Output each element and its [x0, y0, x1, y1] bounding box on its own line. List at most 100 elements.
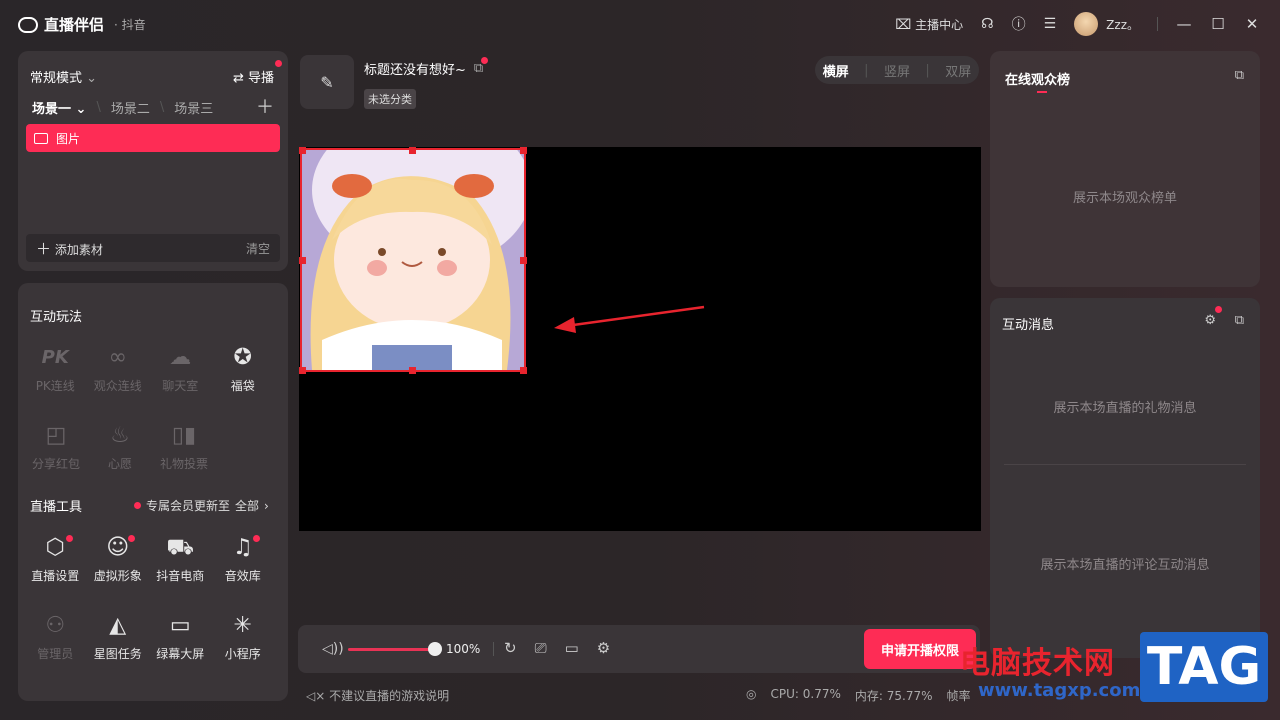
- notification-dot: [253, 535, 260, 542]
- memory-usage: 内存: 75.77%: [854, 689, 933, 703]
- rotate-icon[interactable]: ↻: [504, 639, 517, 657]
- resize-handle[interactable]: [409, 147, 416, 154]
- tools-row-2: ⚇ 管理员 ◭ 星图任务 ▭ 绿幕大屏 ✳ 小程序: [24, 611, 274, 662]
- tools-row-1: ⬡ 直播设置 ☺ 虚拟形象 ⛟ 抖音电商 ♫ 音效库: [24, 533, 274, 584]
- camera-icon[interactable]: ▭: [565, 639, 579, 657]
- admin-icon: ⚇: [45, 613, 66, 638]
- messages-panel: 互动消息 ⚙ ⧉ 展示本场直播的礼物消息 展示本场直播的评论互动消息: [990, 298, 1260, 658]
- minimize-icon[interactable]: —: [1176, 15, 1192, 33]
- notification-dot: [134, 502, 141, 509]
- resize-handle[interactable]: [299, 367, 306, 374]
- title-bar: 直播伴侣 · 抖音 ⌧ 主播中心 ☊ ⓘ ☰ Zzz。 — ☐ ✕: [0, 0, 1280, 48]
- stream-title-text: 标题还没有想好~: [364, 63, 466, 78]
- popout-icon[interactable]: ⧉: [1235, 313, 1244, 328]
- ecommerce-button[interactable]: ⛟ 抖音电商: [149, 533, 212, 584]
- pk-button[interactable]: PK PK连线: [24, 343, 87, 394]
- user-profile[interactable]: Zzz。: [1074, 12, 1139, 36]
- chat-room-button[interactable]: ☁ 聊天室: [149, 343, 212, 394]
- star-task-button[interactable]: ◭ 星图任务: [87, 611, 150, 662]
- landscape-button[interactable]: 横屏: [823, 61, 849, 80]
- source-item-image[interactable]: 图片: [26, 124, 280, 152]
- portrait-button[interactable]: 竖屏: [884, 61, 910, 80]
- dual-screen-button[interactable]: 双屏: [945, 61, 971, 80]
- tool-label: 心愿: [107, 457, 132, 471]
- screencast-icon[interactable]: ⎚: [535, 639, 547, 657]
- gear-icon[interactable]: ⚙: [597, 639, 610, 657]
- logo-icon: [18, 16, 38, 33]
- speaker-icon[interactable]: ◁)): [322, 641, 344, 657]
- game-notice-link[interactable]: ◁× 不建议直播的游戏说明: [306, 687, 449, 704]
- chat-icon: ☁: [169, 345, 192, 370]
- mode-selector[interactable]: 常规模式 ⌄: [30, 67, 97, 86]
- tab-scene-1[interactable]: 场景一 ⌄: [32, 98, 86, 117]
- tool-label: 小程序: [224, 647, 261, 661]
- virtual-avatar-button[interactable]: ☺ 虚拟形象: [87, 533, 150, 584]
- tool-label: 抖音电商: [156, 569, 205, 583]
- resize-handle[interactable]: [409, 367, 416, 374]
- source-label: 图片: [56, 131, 81, 146]
- host-center-label: 主播中心: [915, 17, 964, 32]
- wish-icon: ♨: [110, 423, 130, 448]
- add-scene-icon[interactable]: ＋: [256, 93, 274, 119]
- divider: |: [864, 62, 869, 78]
- help-icon[interactable]: ⓘ: [1012, 14, 1026, 34]
- popout-icon[interactable]: ⧉: [1235, 68, 1244, 83]
- member-notice[interactable]: 专属会员更新至 全部 ›: [134, 497, 269, 514]
- watermark-text: 电脑技术网: [960, 646, 1115, 681]
- host-center-button[interactable]: ⌧ 主播中心: [895, 16, 963, 33]
- divider: |: [925, 62, 930, 78]
- volume-slider[interactable]: [348, 648, 434, 651]
- sound-library-button[interactable]: ♫ 音效库: [212, 533, 275, 584]
- resize-handle[interactable]: [299, 257, 306, 264]
- audience-title: 在线观众榜: [1005, 73, 1071, 88]
- audience-link-button[interactable]: ∞ 观众连线: [87, 343, 150, 394]
- mini-program-button[interactable]: ✳ 小程序: [212, 611, 275, 662]
- resize-handle[interactable]: [520, 257, 527, 264]
- tab-scene-3[interactable]: 场景三: [174, 98, 213, 117]
- tab-label: 场景一: [32, 102, 72, 117]
- category-badge[interactable]: 未选分类: [364, 89, 416, 109]
- close-icon[interactable]: ✕: [1244, 15, 1260, 33]
- app-logo: 直播伴侣 · 抖音: [18, 14, 146, 35]
- notification-dot: [275, 60, 282, 67]
- green-screen-button[interactable]: ▭ 绿幕大屏: [149, 611, 212, 662]
- gift-vote-button[interactable]: ▯▮ 礼物投票: [152, 421, 216, 472]
- notification-dot: [481, 57, 489, 64]
- pk-icon: PK: [41, 347, 69, 368]
- scene-tabs: 场景一 ⌄ \ 场景二 \ 场景三: [32, 98, 213, 117]
- link-icon: ∞: [108, 345, 127, 370]
- tab-scene-2[interactable]: 场景二: [111, 98, 150, 117]
- volume-slider-handle[interactable]: [428, 642, 442, 656]
- guide-button[interactable]: ⇄ 导播: [233, 67, 274, 86]
- tool-label: 绿幕大屏: [156, 647, 205, 661]
- selected-image-source[interactable]: [300, 148, 526, 372]
- notice-text: 不建议直播的游戏说明: [329, 689, 450, 703]
- live-settings-button[interactable]: ⬡ 直播设置: [24, 533, 87, 584]
- sound-icon: ♫: [212, 533, 275, 563]
- add-source-button[interactable]: ＋ 添加素材: [36, 238, 103, 259]
- resize-handle[interactable]: [520, 367, 527, 374]
- resize-handle[interactable]: [299, 147, 306, 154]
- headset-icon[interactable]: ☊: [981, 16, 993, 32]
- gear-icon[interactable]: ⚙: [1204, 313, 1216, 328]
- audience-panel: 在线观众榜 ⧉ 展示本场观众榜单: [990, 51, 1260, 287]
- clear-button[interactable]: 清空: [246, 240, 270, 257]
- stream-title[interactable]: 标题还没有想好~ ⧉: [364, 57, 489, 78]
- maximize-icon[interactable]: ☐: [1210, 15, 1226, 33]
- menu-icon[interactable]: ☰: [1044, 16, 1057, 32]
- edit-cover-button[interactable]: ✎: [300, 55, 354, 109]
- edit-icon: ✎: [320, 72, 334, 92]
- member-notice-text: 专属会员更新至: [146, 499, 231, 513]
- divider: \: [159, 100, 165, 115]
- lucky-bag-button[interactable]: ✪ 福袋: [212, 343, 275, 394]
- tools-panel: 互动玩法 PK PK连线 ∞ 观众连线 ☁ 聊天室 ✪ 福袋 ◰ 分享红包 ♨ 心愿 ▯▮ 礼…: [18, 283, 288, 701]
- resize-handle[interactable]: [520, 147, 527, 154]
- watermark-url: www.tagxp.com: [978, 680, 1141, 701]
- wish-button[interactable]: ♨ 心愿: [88, 421, 152, 472]
- admin-button[interactable]: ⚇ 管理员: [24, 611, 87, 662]
- speaker-mute-icon: ◁×: [306, 689, 326, 703]
- tool-label: 礼物投票: [159, 457, 208, 471]
- image-icon: [34, 132, 48, 144]
- red-packet-button[interactable]: ◰ 分享红包: [24, 421, 88, 472]
- tool-label: 聊天室: [162, 379, 199, 393]
